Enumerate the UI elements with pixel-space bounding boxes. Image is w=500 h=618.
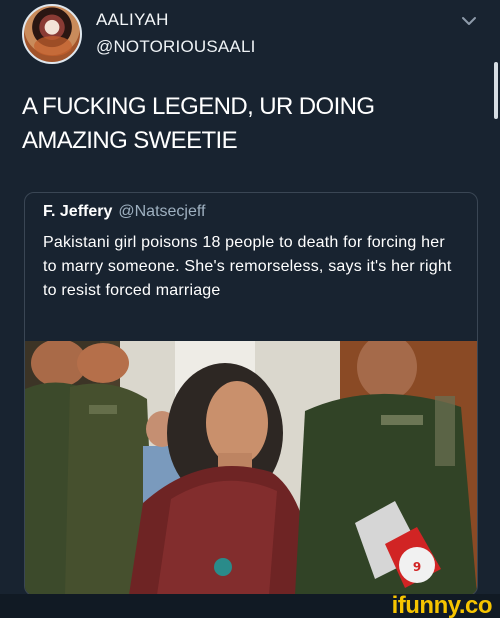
user-handle[interactable]: @NOTORIOUSAALI [96, 37, 256, 57]
ifunny-watermark[interactable]: ifunny.co [392, 594, 493, 618]
watermark-footer: ifunny.co [0, 594, 500, 618]
svg-text:9: 9 [413, 560, 421, 574]
quoted-author-handle[interactable]: @Natsecjeff [118, 203, 205, 220]
scrollbar[interactable] [494, 62, 498, 119]
tweet-text: A FUCKING LEGEND, UR DOING AMAZING SWEET… [22, 93, 375, 154]
quoted-tweet-text: Pakistani girl poisons 18 people to deat… [43, 234, 452, 299]
news-photo[interactable]: 9 [25, 341, 477, 595]
display-name[interactable]: AALIYAH [96, 10, 169, 30]
tweet-screenshot: AALIYAH @NOTORIOUSAALI A FUCKING LEGEND,… [0, 0, 500, 618]
chevron-down-icon[interactable] [458, 10, 480, 32]
avatar[interactable] [22, 4, 82, 64]
quoted-author-name[interactable]: F. Jeffery [43, 203, 112, 220]
quoted-tweet-card[interactable]: F. Jeffery @Natsecjeff Pakistani girl poi… [24, 192, 478, 596]
tweet-header: AALIYAH @NOTORIOUSAALI [0, 0, 500, 119]
quoted-tweet-author: F. Jeffery @Natsecjeff [43, 203, 205, 221]
